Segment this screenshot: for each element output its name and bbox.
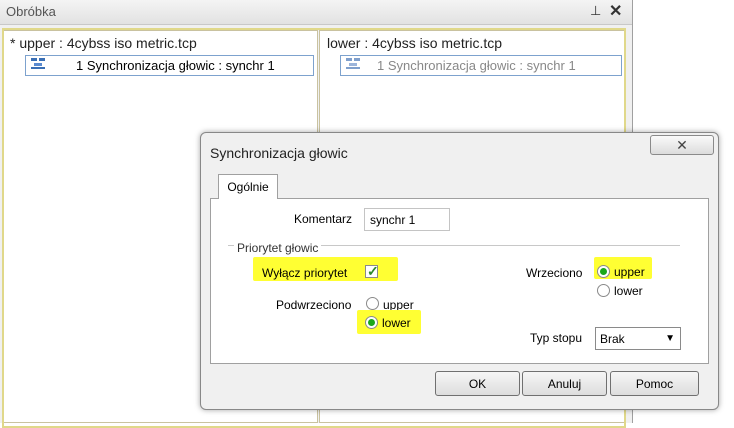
lower-pane-heading: lower : 4cybss iso metric.tcp [327,35,503,51]
subspindle-lower-label: lower [382,316,411,330]
spindle-label: Wrzeciono [526,266,583,280]
disable-priority-checkbox[interactable]: ✓ [365,263,379,279]
upper-pane-heading: * upper : 4cybss iso metric.tcp [10,35,197,51]
close-icon[interactable]: ✕ [609,1,622,21]
spindle-lower-radio[interactable] [597,284,610,297]
dialog-titlebar: Synchronizacja głowic ✕ [201,133,718,169]
lower-tree-item-label: 1 Synchronizacja głowic : synchr 1 [377,58,576,73]
panel-header: Obróbka ⊥ ✕ [0,0,632,25]
sync-tree-icon [346,58,360,69]
disable-priority-label: Wyłącz priorytet [262,266,348,280]
check-icon: ✓ [367,263,379,279]
spindle-upper-label: upper [614,265,645,279]
subspindle-upper-radio[interactable] [366,297,379,310]
spindle-upper-radio[interactable] [597,265,610,278]
dialog-close-button[interactable]: ✕ [650,135,714,155]
tab-general[interactable]: Ogólnie [218,174,278,199]
ok-button[interactable]: OK [435,371,520,396]
lower-tree-item[interactable]: 1 Synchronizacja głowic : synchr 1 [340,55,622,76]
stop-type-value: Brak [600,332,625,346]
subspindle-label: Podwrzeciono [276,298,352,312]
spindle-lower-label: lower [614,284,643,298]
dialog-title: Synchronizacja głowic [210,145,348,161]
stop-type-label: Typ stopu [530,331,583,345]
close-icon: ✕ [676,137,688,153]
sync-tree-icon [31,58,45,69]
priority-group-title: Priorytet głowic [234,241,322,255]
sync-dialog: Synchronizacja głowic ✕ Ogólnie Komentar… [200,132,719,410]
upper-tree-item-label: 1 Synchronizacja głowic : synchr 1 [76,58,275,73]
panel-title: Obróbka [6,4,56,19]
comment-input[interactable] [364,208,450,231]
help-button[interactable]: Pomoc [610,371,699,396]
subspindle-lower-radio[interactable] [365,316,378,329]
pin-icon[interactable]: ⊥ [590,3,601,19]
comment-label: Komentarz [294,212,353,226]
cancel-button[interactable]: Anuluj [522,371,607,396]
chevron-down-icon: ▼ [665,333,675,344]
upper-tree-item[interactable]: 1 Synchronizacja głowic : synchr 1 [25,55,314,76]
stop-type-select[interactable]: Brak ▼ [595,327,681,350]
